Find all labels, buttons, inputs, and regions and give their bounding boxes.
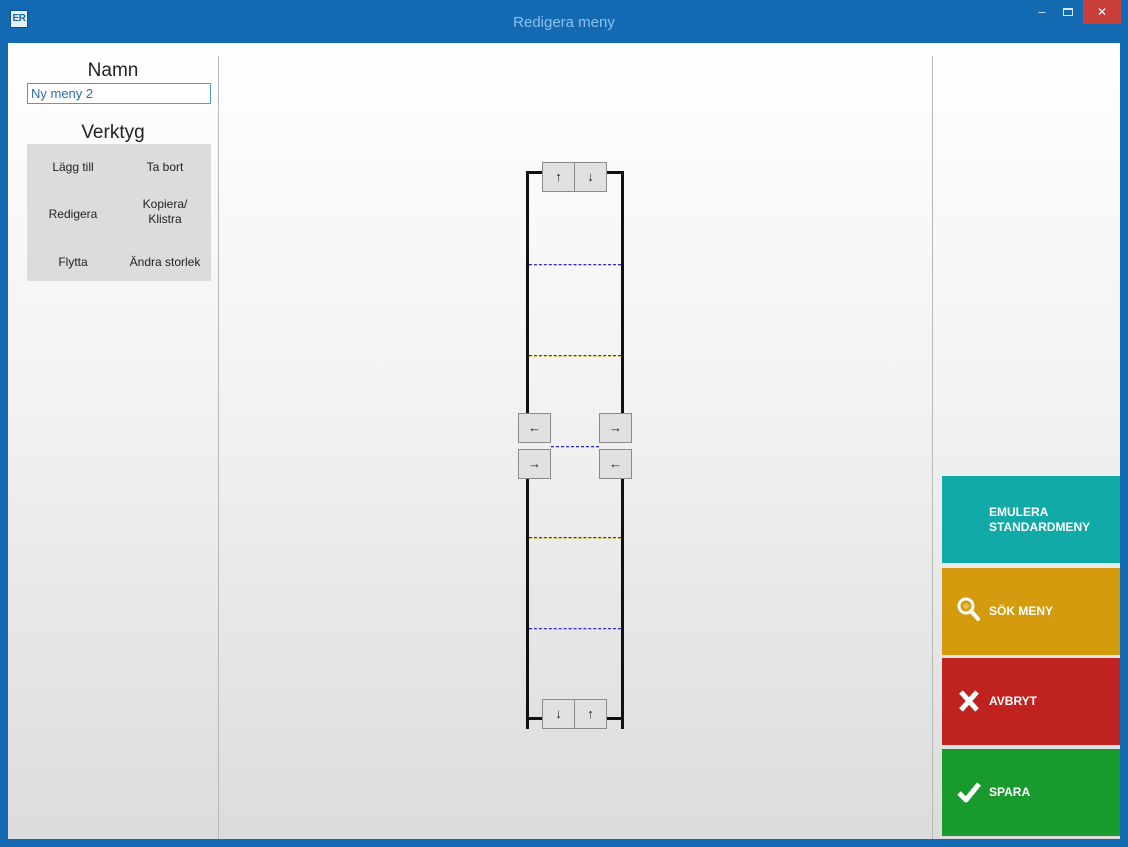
search-menu-button[interactable]: SÖK MENY xyxy=(942,568,1120,655)
cancel-button[interactable]: AVBRYT xyxy=(942,658,1120,745)
bottom-up-button[interactable]: ↑ xyxy=(574,699,607,729)
left-shrink-button[interactable]: ← xyxy=(518,413,551,443)
menu-separator-shadow xyxy=(529,356,621,357)
window-bottom-border xyxy=(0,839,1128,847)
top-up-button[interactable]: ↑ xyxy=(542,162,575,192)
magnifier-icon xyxy=(957,597,980,621)
client-area: Namn Verktyg Lägg till Ta bort Redigera … xyxy=(8,43,1120,839)
title-bar: ER Redigera meny – ✕ xyxy=(0,0,1128,43)
menu-separator-shadow xyxy=(529,629,621,630)
emulate-label-line2: STANDARDMENY xyxy=(989,519,1091,534)
x-icon xyxy=(959,690,979,712)
copy-paste-label-line2: Klistra xyxy=(148,212,182,226)
menu-name-input[interactable] xyxy=(27,83,211,104)
menu-separator-shadow xyxy=(551,447,599,448)
emulate-label: EMULERA STANDARDMENY xyxy=(989,476,1090,563)
frame-left-top xyxy=(526,171,529,429)
left-panel: Namn Verktyg Lägg till Ta bort Redigera … xyxy=(8,43,218,839)
menu-separator-shadow xyxy=(529,538,621,539)
bottom-down-button[interactable]: ↓ xyxy=(542,699,575,729)
right-shrink-button[interactable]: ← xyxy=(599,449,632,479)
copy-paste-tool-button[interactable]: Kopiera/ Klistra xyxy=(119,197,211,227)
maximize-button[interactable] xyxy=(1056,0,1080,26)
remove-tool-button[interactable]: Ta bort xyxy=(119,160,211,175)
frame-left-bottom xyxy=(526,479,529,729)
maximize-icon xyxy=(1063,8,1073,16)
cancel-label: AVBRYT xyxy=(989,694,1037,708)
emulate-standard-menu-button[interactable]: EMULERA STANDARDMENY xyxy=(942,476,1120,563)
checkmark-icon xyxy=(957,782,981,803)
save-label: SPARA xyxy=(989,785,1031,799)
minimize-button[interactable]: – xyxy=(1030,0,1054,26)
top-down-button[interactable]: ↓ xyxy=(574,162,607,192)
search-label: SÖK MENY xyxy=(989,604,1054,618)
window-title: Redigera meny xyxy=(513,14,615,31)
tools-heading: Verktyg xyxy=(81,122,145,143)
frame-right-bottom xyxy=(621,479,624,729)
right-expand-button[interactable]: → xyxy=(599,413,632,443)
left-expand-button[interactable]: → xyxy=(518,449,551,479)
emulate-label-line1: EMULERA xyxy=(989,504,1049,519)
menu-separator-shadow xyxy=(529,265,621,266)
copy-paste-label-line1: Kopiera/ xyxy=(142,197,188,211)
name-heading: Namn xyxy=(87,60,139,81)
frame-top-right-cap xyxy=(607,171,624,174)
frame-bottom-right-cap xyxy=(607,717,624,720)
move-tool-button[interactable]: Flytta xyxy=(27,255,119,270)
save-button[interactable]: SPARA xyxy=(942,749,1120,836)
tools-panel: Lägg till Ta bort Redigera Kopiera/ Klis… xyxy=(27,144,211,281)
right-panel: EMULERA STANDARDMENY SÖK MENY AVBRYT SPA… xyxy=(933,43,1120,839)
close-button[interactable]: ✕ xyxy=(1083,0,1121,24)
left-separator xyxy=(218,56,219,839)
add-tool-button[interactable]: Lägg till xyxy=(27,160,119,175)
resize-tool-button[interactable]: Ändra storlek xyxy=(119,255,211,270)
edit-tool-button[interactable]: Redigera xyxy=(27,207,119,222)
frame-right-top xyxy=(621,171,624,429)
